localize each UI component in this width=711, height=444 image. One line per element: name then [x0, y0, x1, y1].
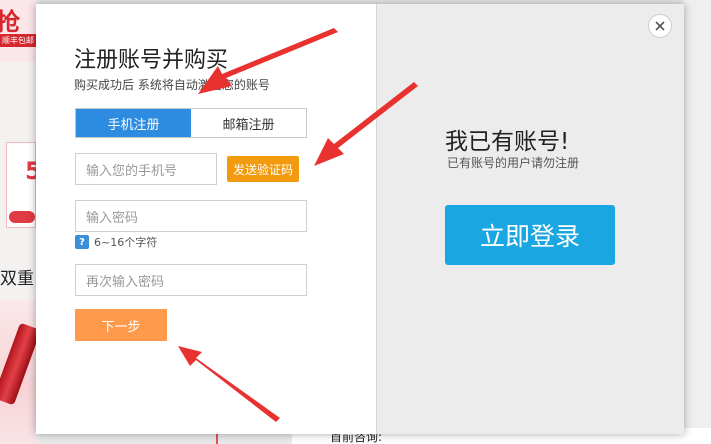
confirm-password-input[interactable]: 再次输入密码 [75, 264, 307, 296]
password-hint-text: 6~16个字符 [94, 236, 158, 249]
question-icon: ? [75, 235, 89, 249]
register-tabs: 手机注册 邮箱注册 [75, 108, 307, 138]
background-product-image [0, 300, 36, 444]
register-pane: 注册账号并购买 购买成功后 系统将自动激活您的账号 手机注册 邮箱注册 输入您的… [36, 4, 376, 434]
background-bottle-image [0, 322, 36, 406]
password-hint: ? 6~16个字符 [75, 234, 157, 250]
have-account-title: 我已有账号! [445, 129, 570, 155]
phone-input[interactable]: 输入您的手机号 [75, 153, 217, 185]
login-button[interactable]: 立即登录 [445, 205, 615, 265]
close-button[interactable] [648, 14, 672, 38]
modal-title: 注册账号并购买 [74, 48, 229, 73]
background-coupon-tag [9, 211, 35, 223]
register-modal: 注册账号并购买 购买成功后 系统将自动激活您的账号 手机注册 邮箱注册 输入您的… [36, 4, 684, 434]
password-input[interactable]: 输入密码 [75, 200, 307, 232]
next-step-button[interactable]: 下一步 [75, 309, 167, 341]
background-coupon: 5 [6, 142, 36, 228]
send-code-button[interactable]: 发送验证码 [227, 156, 299, 182]
login-pane: 我已有账号! 已有账号的用户请勿注册 立即登录 [376, 4, 684, 434]
background-promo-banner: 抢 顺丰包邮 [0, 0, 36, 62]
background-promo-sub: 顺丰包邮 [0, 34, 36, 47]
close-icon [655, 21, 665, 31]
have-account-subtitle: 已有账号的用户请勿注册 [447, 156, 580, 170]
background-page-right [684, 0, 711, 444]
tab-email-register[interactable]: 邮箱注册 [191, 109, 306, 137]
background-coupon-digit: 5 [25, 157, 36, 185]
modal-subtitle: 购买成功后 系统将自动激活您的账号 [74, 78, 270, 92]
tab-phone-register[interactable]: 手机注册 [76, 109, 191, 137]
background-page-left: 抢 顺丰包邮 5 双重 [0, 0, 36, 444]
background-promo-text: 抢 [0, 8, 20, 36]
background-double-text: 双重 [0, 269, 34, 289]
